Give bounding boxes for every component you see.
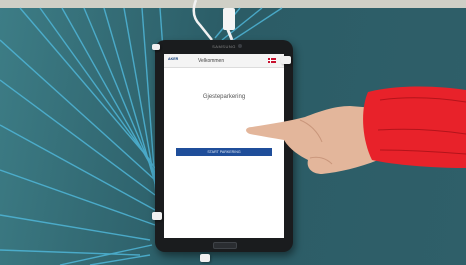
pointing-hand [246,86,466,174]
photo-scene: SAMSUNG AKER Velkommen Gjesteparkering S… [0,0,466,265]
